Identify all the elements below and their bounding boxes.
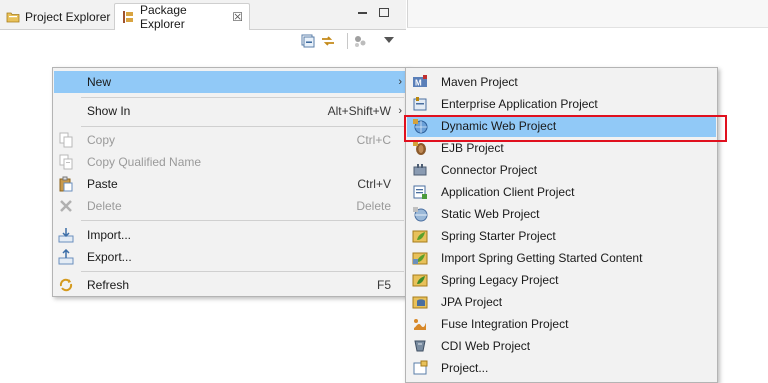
new-submenu: M Maven Project Enterprise Application P… [405, 67, 718, 383]
focus-icon[interactable] [352, 33, 368, 49]
menu-item-export[interactable]: Export... [54, 246, 407, 268]
spring-starter-icon [412, 228, 428, 244]
refresh-icon [58, 277, 74, 293]
export-icon [58, 249, 74, 265]
paste-icon [58, 176, 74, 192]
link-with-editor-icon[interactable] [320, 33, 336, 49]
shortcut-label: Alt+Shift+W [327, 104, 391, 118]
collapse-all-icon[interactable] [300, 33, 316, 49]
shortcut-label: Ctrl+C [356, 133, 391, 147]
dynamic-web-project-icon [412, 118, 428, 134]
submenu-item-ejb-project[interactable]: EJB Project [407, 137, 716, 159]
app-client-project-icon [412, 184, 428, 200]
copy-qualified-name-icon [58, 154, 74, 170]
submenu-item-cdi-web-project[interactable]: CDI Web Project [407, 335, 716, 357]
menu-item-paste[interactable]: Paste Ctrl+V [54, 173, 407, 195]
menu-separator [81, 126, 404, 127]
submenu-item-maven-project[interactable]: M Maven Project [407, 71, 716, 93]
menu-separator [81, 97, 404, 98]
tab-label: Package Explorer [140, 3, 187, 31]
package-explorer-icon [121, 10, 135, 24]
submenu-item-import-spring-getting-started-content[interactable]: Import Spring Getting Started Content [407, 247, 716, 269]
generic-project-icon [412, 360, 428, 376]
menu-item-show-in[interactable]: Show In Alt+Shift+W › [54, 100, 407, 122]
submenu-item-spring-starter-project[interactable]: Spring Starter Project [407, 225, 716, 247]
toolbar-separator [347, 33, 348, 49]
menu-item-refresh[interactable]: Refresh F5 [54, 274, 407, 296]
menu-separator [81, 220, 404, 221]
submenu-item-dynamic-web-project[interactable]: Dynamic Web Project [407, 115, 716, 137]
view-tab-bar: Project Explorer Package Explorer ☒ [0, 0, 406, 31]
tab-project-explorer[interactable]: Project Explorer [0, 3, 116, 30]
context-menu: New › Show In Alt+Shift+W › Copy Ctrl+C … [52, 67, 409, 297]
shortcut-label: F5 [376, 278, 391, 292]
cdi-web-project-icon [412, 338, 428, 354]
editor-area [407, 0, 768, 28]
ejb-project-icon [412, 140, 428, 156]
view-menu-icon[interactable] [384, 37, 394, 43]
submenu-item-project[interactable]: Project... [407, 357, 716, 379]
tab-label: Project Explorer [25, 9, 111, 24]
submenu-item-application-client-project[interactable]: Application Client Project [407, 181, 716, 203]
copy-icon [58, 132, 74, 148]
submenu-arrow-icon: › [398, 76, 402, 88]
maven-project-icon: M [412, 74, 428, 90]
close-icon[interactable]: ☒ [232, 11, 243, 23]
submenu-item-static-web-project[interactable]: Static Web Project [407, 203, 716, 225]
menu-item-import[interactable]: Import... [54, 224, 407, 246]
menu-item-copy[interactable]: Copy Ctrl+C [54, 129, 407, 151]
tab-package-explorer[interactable]: Package Explorer ☒ [114, 3, 250, 31]
menu-item-new[interactable]: New › [54, 71, 407, 93]
submenu-item-fuse-integration-project[interactable]: Fuse Integration Project [407, 313, 716, 335]
connector-project-icon [412, 162, 428, 178]
import-icon [58, 227, 74, 243]
shortcut-label: Ctrl+V [357, 177, 391, 191]
fuse-project-icon [412, 316, 428, 332]
shortcut-label: Delete [356, 199, 391, 213]
menu-item-copy-qualified-name[interactable]: Copy Qualified Name [54, 151, 407, 173]
menu-item-delete[interactable]: Delete Delete [54, 195, 407, 217]
submenu-item-jpa-project[interactable]: JPA Project [407, 291, 716, 313]
delete-icon [58, 198, 74, 214]
jpa-project-icon [412, 294, 428, 310]
submenu-arrow-icon: › [398, 105, 402, 117]
submenu-item-connector-project[interactable]: Connector Project [407, 159, 716, 181]
spring-legacy-icon [412, 272, 428, 288]
menu-separator [81, 271, 404, 272]
svg-text:M: M [415, 79, 422, 88]
submenu-item-spring-legacy-project[interactable]: Spring Legacy Project [407, 269, 716, 291]
maximize-button[interactable] [379, 8, 389, 17]
enterprise-app-icon [412, 96, 428, 112]
minimize-button[interactable] [358, 12, 367, 14]
spring-import-icon [412, 250, 428, 266]
project-explorer-icon [6, 10, 20, 24]
submenu-item-enterprise-application-project[interactable]: Enterprise Application Project [407, 93, 716, 115]
static-web-project-icon [412, 206, 428, 222]
